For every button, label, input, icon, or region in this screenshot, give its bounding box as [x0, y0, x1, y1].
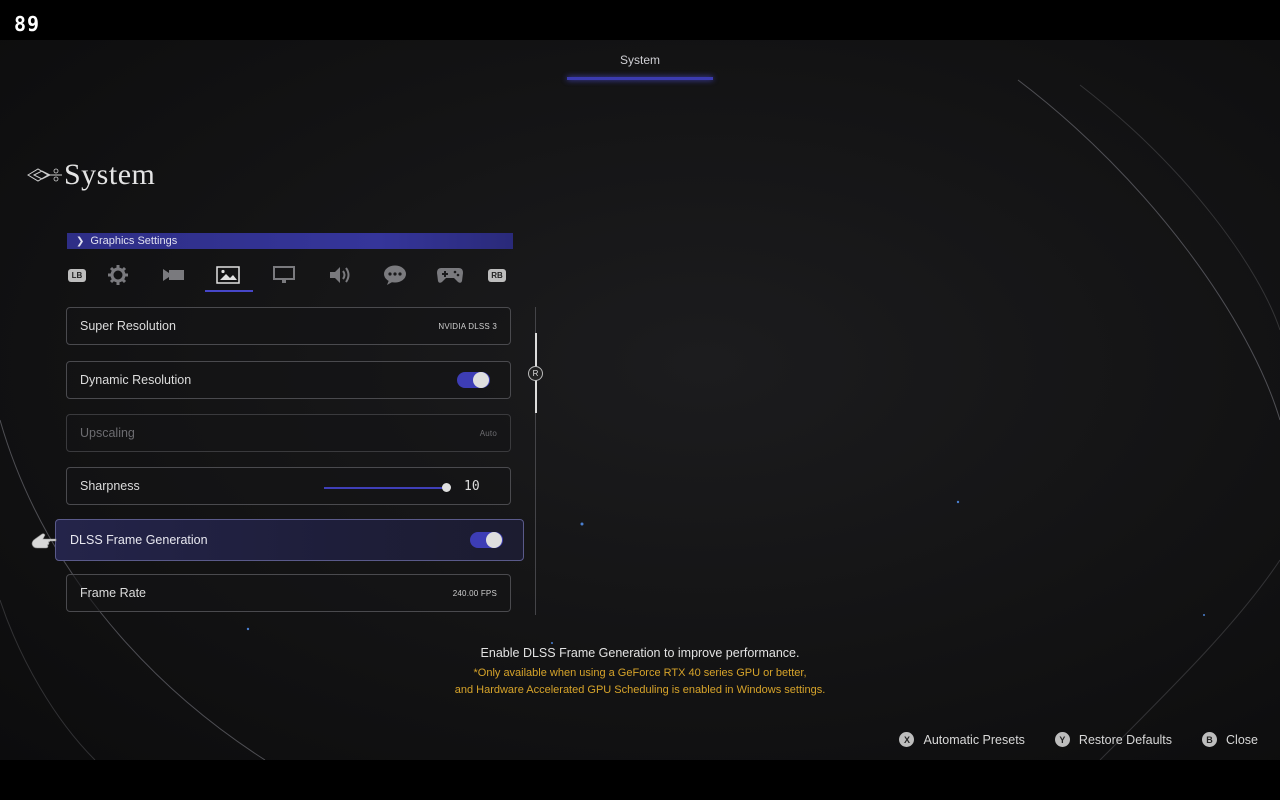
menu-stage: System System ❯ Graphics Settings LB RB …: [0, 40, 1280, 760]
fps-counter: 89: [14, 12, 41, 36]
gear-icon[interactable]: [104, 262, 132, 288]
tab-system[interactable]: System: [567, 53, 713, 67]
category-header: ❯ Graphics Settings: [67, 233, 513, 249]
image-icon[interactable]: [214, 262, 242, 288]
description-note-line1: *Only available when using a GeForce RTX…: [473, 667, 807, 679]
tab-active-indicator: [567, 77, 713, 80]
restore-defaults-button[interactable]: Y Restore Defaults: [1054, 732, 1173, 747]
slider-handle[interactable]: [442, 483, 451, 492]
setting-upscaling: Upscaling Auto: [66, 414, 511, 452]
ornament-icon: [27, 168, 62, 182]
button-label: Restore Defaults: [1078, 732, 1173, 747]
speaker-icon[interactable]: [326, 262, 354, 288]
automatic-presets-button[interactable]: X Automatic Presets: [899, 732, 1025, 747]
setting-value: NVIDIA DLSS 3: [438, 321, 497, 331]
setting-label: Frame Rate: [80, 586, 146, 600]
close-button[interactable]: B Close: [1202, 732, 1258, 747]
setting-sharpness[interactable]: Sharpness 10: [66, 467, 511, 505]
category-tab-row: LB RB: [66, 258, 516, 294]
setting-value: Auto: [479, 428, 497, 438]
setting-label: DLSS Frame Generation: [70, 533, 208, 547]
page-title-block: System: [26, 158, 155, 192]
setting-frame-rate[interactable]: Frame Rate 240.00 FPS: [66, 574, 511, 612]
right-stick-icon: R: [528, 366, 543, 381]
setting-dynamic-resolution[interactable]: Dynamic Resolution: [66, 361, 511, 399]
camera-icon[interactable]: [160, 262, 188, 288]
setting-super-resolution[interactable]: Super Resolution NVIDIA DLSS 3: [66, 307, 511, 345]
chevron-right-icon: ❯: [76, 235, 85, 247]
monitor-icon[interactable]: [270, 262, 298, 288]
toggle-switch[interactable]: [470, 532, 503, 548]
letterbox-top: [0, 0, 1280, 40]
toggle-knob: [473, 372, 489, 388]
lb-button[interactable]: LB: [68, 269, 86, 282]
button-label: Automatic Presets: [923, 732, 1025, 747]
slider-track[interactable]: [324, 487, 447, 489]
category-active-indicator: [205, 290, 253, 292]
b-button-icon: B: [1202, 732, 1218, 747]
setting-label: Dynamic Resolution: [80, 373, 192, 387]
rb-button[interactable]: RB: [488, 269, 506, 282]
setting-label: Upscaling: [80, 426, 135, 440]
chat-icon[interactable]: [381, 262, 409, 288]
setting-dlss-frame-generation[interactable]: DLSS Frame Generation: [55, 519, 524, 561]
setting-description: Enable DLSS Frame Generation to improve …: [340, 646, 940, 699]
toggle-switch[interactable]: [457, 372, 490, 388]
button-label: Close: [1226, 732, 1258, 747]
description-main: Enable DLSS Frame Generation to improve …: [480, 646, 800, 660]
setting-value: 240.00 FPS: [452, 588, 497, 598]
description-note-line2: and Hardware Accelerated GPU Scheduling …: [454, 684, 826, 696]
page-title: System: [64, 158, 156, 191]
hand-pointer-icon: [31, 533, 57, 549]
setting-label: Super Resolution: [80, 319, 176, 333]
gamepad-icon[interactable]: [436, 262, 464, 288]
slider-value: 10: [464, 479, 480, 494]
letterbox-bottom: [0, 760, 1280, 800]
footer-actions: X Automatic Presets Y Restore Defaults B…: [869, 732, 1258, 747]
setting-label: Sharpness: [80, 479, 140, 493]
category-label: Graphics Settings: [90, 235, 178, 247]
x-button-icon: X: [899, 732, 915, 747]
y-button-icon: Y: [1054, 732, 1070, 747]
toggle-knob: [486, 532, 502, 548]
